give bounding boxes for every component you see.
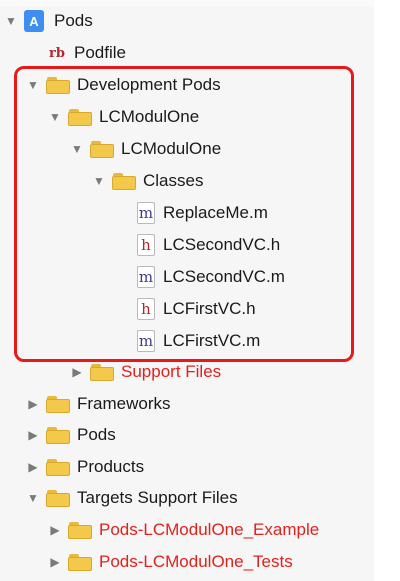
folder-icon: [46, 489, 70, 507]
tree-row-podfile[interactable]: rb Podfile: [48, 40, 126, 66]
disclosure-collapsed-icon[interactable]: ▶: [26, 460, 40, 474]
navigator-gutter: [374, 0, 400, 581]
folder-icon: [90, 363, 114, 381]
navigator-top-edge: [0, 0, 374, 6]
disclosure-expanded-icon[interactable]: ▼: [26, 491, 40, 505]
xcode-project-icon: A: [24, 10, 44, 32]
folder-icon: [68, 521, 92, 539]
folder-icon: [68, 553, 92, 571]
ruby-file-icon: rb: [49, 45, 65, 61]
tree-row-label: Pods-LCModulOne_Example: [99, 520, 320, 539]
tree-row-label: Pods: [77, 425, 116, 444]
tree-row-label: Targets Support Files: [77, 488, 238, 507]
disclosure-collapsed-icon[interactable]: ▶: [26, 428, 40, 442]
tree-row-label: Pods-LCModulOne_Tests: [99, 552, 293, 571]
tree-row-label: Support Files: [121, 362, 222, 381]
tree-row-products[interactable]: ▶ Products: [26, 454, 144, 480]
tree-row-label: Pods: [54, 11, 93, 30]
disclosure-expanded-icon[interactable]: ▼: [4, 14, 18, 28]
tree-row-pods-lcmodulone-example[interactable]: ▶ Pods-LCModulOne_Example: [48, 517, 319, 543]
disclosure-collapsed-icon[interactable]: ▶: [48, 555, 62, 569]
tree-row-label: Frameworks: [77, 394, 171, 413]
disclosure-collapsed-icon[interactable]: ▶: [70, 365, 84, 379]
folder-icon: [46, 458, 70, 476]
tree-row-pods-group[interactable]: ▶ Pods: [26, 422, 116, 448]
tree-row-support-files[interactable]: ▶ Support Files: [70, 359, 221, 385]
tree-row-label: Podfile: [74, 43, 126, 62]
tree-row-frameworks[interactable]: ▶ Frameworks: [26, 391, 171, 417]
tree-row-targets-support-files[interactable]: ▼ Targets Support Files: [26, 485, 238, 511]
tree-row-pods-project[interactable]: ▼ A Pods: [4, 8, 93, 34]
disclosure-collapsed-icon[interactable]: ▶: [48, 523, 62, 537]
folder-icon: [46, 395, 70, 413]
folder-icon: [46, 426, 70, 444]
disclosure-collapsed-icon[interactable]: ▶: [26, 397, 40, 411]
tree-row-label: Products: [77, 457, 145, 476]
annotation-highlight-box: [14, 66, 354, 362]
tree-row-pods-lcmodulone-tests[interactable]: ▶ Pods-LCModulOne_Tests: [48, 549, 293, 575]
